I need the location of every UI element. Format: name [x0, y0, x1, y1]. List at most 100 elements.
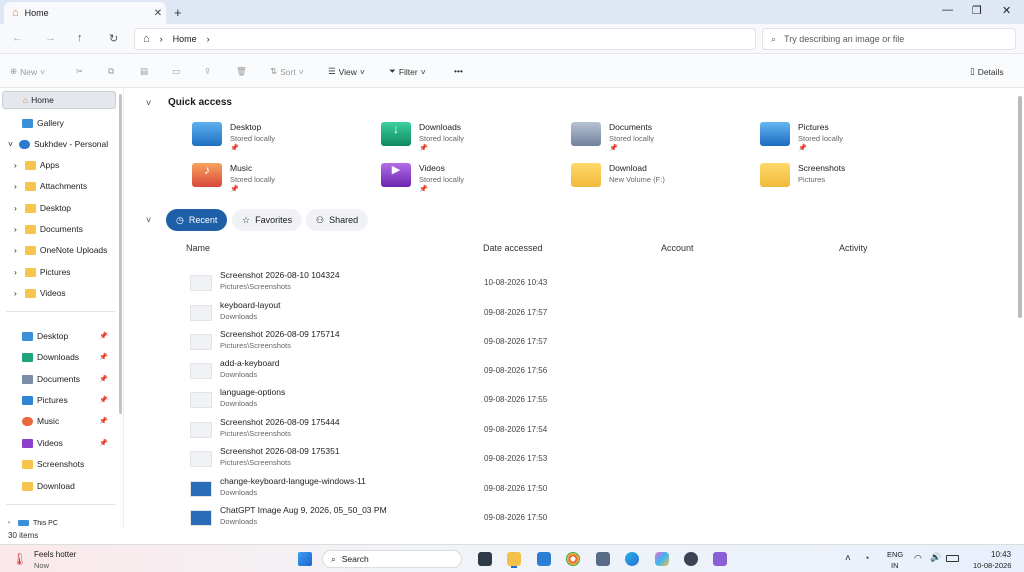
- chevron-right-icon: ›: [8, 520, 10, 526]
- sidebar-item-documents[interactable]: › Documents: [0, 220, 83, 238]
- quick-access-item[interactable]: Pictures Stored locally 📌: [760, 122, 843, 152]
- copilot-icon[interactable]: [655, 552, 669, 566]
- table-row[interactable]: Screenshot 2026-08-09 175444 Pictures\Scr…: [188, 415, 988, 444]
- table-row[interactable]: Screenshot 2026-08-10 104324 Pictures\Scr…: [188, 268, 988, 297]
- edge-icon[interactable]: [625, 552, 639, 566]
- table-row[interactable]: Screenshot 2026-08-09 175351 Pictures\Scr…: [188, 444, 988, 473]
- windows-start-icon[interactable]: [298, 552, 312, 566]
- task-view-icon[interactable]: [478, 552, 492, 566]
- sort-button[interactable]: ⇅ Sort ˅: [270, 66, 304, 77]
- minimize-icon[interactable]: —: [942, 4, 953, 16]
- pinned-downloads[interactable]: Downloads 📌: [0, 348, 118, 366]
- table-row[interactable]: language-options Downloads 09-08-2026 17:5…: [188, 385, 988, 414]
- sidebar-item-videos[interactable]: › Videos: [0, 284, 66, 302]
- sidebar-item-onedrive[interactable]: ˅ Sukhdev - Personal: [0, 135, 108, 153]
- column-name[interactable]: Name: [186, 243, 210, 253]
- thermometer-icon[interactable]: 🌡: [12, 552, 27, 566]
- rename-icon[interactable]: ▭: [172, 66, 180, 77]
- sidebar-item-this-pc[interactable]: › This PC: [0, 520, 58, 528]
- sidebar-item-home[interactable]: ⌂ Home: [2, 91, 116, 109]
- wifi-icon[interactable]: ◠: [914, 553, 922, 564]
- tab-favorites[interactable]: ☆ Favorites: [232, 209, 303, 231]
- language-label[interactable]: ENG: [887, 550, 903, 559]
- file-name: Screenshot 2026-08-09 175444: [220, 417, 340, 427]
- chevron-down-icon[interactable]: ˅: [146, 215, 151, 225]
- sidebar-item-gallery[interactable]: Gallery: [0, 114, 64, 132]
- table-row[interactable]: Screenshot 2026-08-09 175714 Pictures\Scr…: [188, 327, 988, 356]
- share-icon[interactable]: ⇪: [204, 66, 211, 77]
- pinned-pictures[interactable]: Pictures 📌: [0, 391, 118, 409]
- battery-icon[interactable]: [946, 555, 959, 562]
- sidebar-scrollbar[interactable]: [119, 94, 122, 414]
- quick-access-item[interactable]: ▶ Videos Stored locally 📌: [381, 163, 464, 193]
- back-icon[interactable]: ←: [12, 32, 23, 44]
- network-status-icon[interactable]: ◔: [864, 553, 869, 563]
- pinned-screenshots[interactable]: Screenshots: [0, 455, 118, 473]
- pinned-download[interactable]: Download: [0, 477, 118, 495]
- file-path: Downloads: [220, 399, 258, 408]
- up-icon[interactable]: ↑: [77, 32, 83, 44]
- quick-access-item[interactable]: Download New Volume (F:): [571, 163, 665, 187]
- column-account[interactable]: Account: [661, 243, 694, 253]
- pinned-music[interactable]: Music 📌: [0, 412, 118, 430]
- quick-access-item[interactable]: ↓ Downloads Stored locally 📌: [381, 122, 464, 152]
- sidebar-item-onenote[interactable]: › OneNote Uploads: [0, 241, 107, 259]
- tab-recent[interactable]: ◷ Recent: [166, 209, 228, 231]
- tab-shared[interactable]: ⚇ Shared: [306, 209, 369, 231]
- column-activity[interactable]: Activity: [839, 243, 868, 253]
- chevron-down-icon[interactable]: ˅: [146, 98, 151, 108]
- paint-icon[interactable]: [713, 552, 727, 566]
- sidebar-item-desktop[interactable]: › Desktop: [0, 199, 71, 217]
- close-window-icon[interactable]: ✕: [1002, 4, 1011, 17]
- view-icon: ☰: [328, 66, 336, 76]
- main-scrollbar[interactable]: [1018, 96, 1022, 318]
- refresh-icon[interactable]: ↻: [109, 32, 118, 45]
- pinned-videos[interactable]: Videos 📌: [0, 434, 118, 452]
- image-file-icon: [190, 481, 212, 497]
- quick-access-item[interactable]: Screenshots Pictures: [760, 163, 845, 187]
- weather-title[interactable]: Feels hotter: [34, 550, 76, 559]
- chrome-icon[interactable]: [566, 552, 580, 566]
- sidebar-item-attachments[interactable]: › Attachments: [0, 177, 87, 195]
- settings-icon[interactable]: [684, 552, 698, 566]
- breadcrumb[interactable]: Home: [173, 34, 197, 44]
- store-icon[interactable]: [537, 552, 551, 566]
- file-explorer-icon[interactable]: [507, 552, 521, 566]
- delete-icon[interactable]: 🗑: [236, 66, 247, 77]
- forward-icon[interactable]: →: [45, 32, 56, 44]
- clock-time[interactable]: 10:43: [991, 550, 1011, 559]
- table-row[interactable]: add-a-keyboard Downloads 09-08-2026 17:56: [188, 356, 988, 385]
- pinned-desktop[interactable]: Desktop 📌: [0, 327, 118, 345]
- column-date-accessed[interactable]: Date accessed: [483, 243, 543, 253]
- new-button[interactable]: ⊕ New ˅: [10, 66, 45, 77]
- chevron-up-icon[interactable]: ˄: [845, 553, 851, 564]
- details-button[interactable]: ▯ Details: [970, 66, 1004, 77]
- qa-sub: Stored locally: [419, 175, 465, 184]
- restore-icon[interactable]: ❐: [972, 4, 982, 17]
- file-path: Pictures\Screenshots: [220, 458, 291, 467]
- paste-icon[interactable]: ▤: [140, 66, 148, 77]
- volume-icon[interactable]: 🔊: [930, 552, 941, 563]
- tab-home[interactable]: ⌂ Home ✕: [4, 2, 166, 24]
- close-tab-icon[interactable]: ✕: [150, 8, 166, 19]
- taskbar-search[interactable]: ⌕ Search: [322, 550, 462, 568]
- more-options-button[interactable]: •••: [454, 66, 463, 76]
- search-input[interactable]: ⌕ Try describing an image or file: [762, 28, 1016, 50]
- remote-desktop-icon[interactable]: [596, 552, 610, 566]
- cut-icon[interactable]: ✂: [76, 66, 83, 77]
- chevron-right-icon: ›: [14, 160, 17, 170]
- address-input[interactable]: ⌂ › Home ›: [134, 28, 756, 50]
- view-button[interactable]: ☰ View ˅: [328, 66, 365, 77]
- copy-icon[interactable]: ⧉: [108, 66, 114, 77]
- table-row[interactable]: keyboard-layout Downloads 09-08-2026 17:57: [188, 298, 988, 327]
- quick-access-item[interactable]: Desktop Stored locally 📌: [192, 122, 275, 152]
- pinned-documents[interactable]: Documents 📌: [0, 370, 118, 388]
- quick-access-item[interactable]: ♪ Music Stored locally 📌: [192, 163, 275, 193]
- quick-access-item[interactable]: Documents Stored locally 📌: [571, 122, 654, 152]
- sidebar-item-apps[interactable]: › Apps: [0, 156, 59, 174]
- sidebar-item-pictures[interactable]: › Pictures: [0, 263, 71, 281]
- new-tab-button[interactable]: +: [174, 5, 182, 20]
- videos-folder-icon: ▶: [381, 163, 411, 187]
- table-row[interactable]: change-keyboard-languge-windows-11 Downlo…: [188, 474, 988, 503]
- filter-button[interactable]: ⏷ Filter ˅: [389, 66, 426, 77]
